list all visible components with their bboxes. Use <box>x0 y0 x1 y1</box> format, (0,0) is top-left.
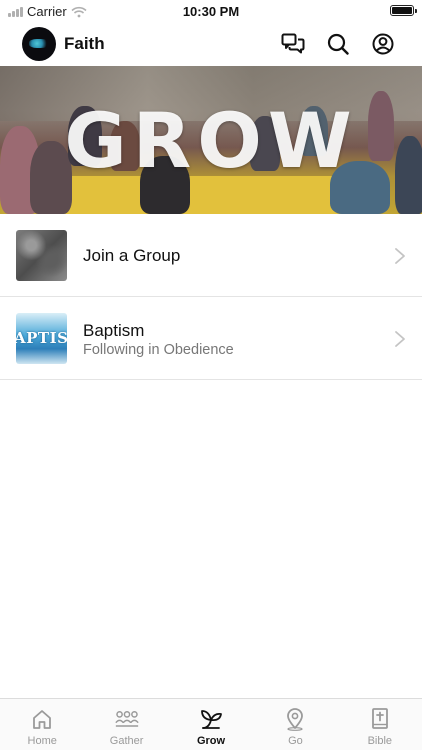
battery-icon <box>390 5 417 16</box>
search-icon[interactable] <box>325 31 351 57</box>
status-bar: Carrier 10:30 PM <box>0 0 422 22</box>
home-icon <box>29 706 55 732</box>
people-icon <box>114 706 140 732</box>
location-pin-icon <box>282 706 308 732</box>
tab-go[interactable]: Go <box>253 699 337 750</box>
group-thumbnail <box>16 230 67 281</box>
list-item-subtitle: Following in Obedience <box>83 342 234 358</box>
chevron-right-icon <box>395 248 405 264</box>
chat-bubbles-icon[interactable] <box>280 31 306 57</box>
tab-label: Grow <box>196 735 226 747</box>
bible-icon <box>367 706 393 732</box>
tab-grow[interactable]: Grow <box>169 699 253 750</box>
chevron-right-icon <box>395 331 405 347</box>
tab-bible[interactable]: Bible <box>338 699 422 750</box>
hero-title: GROW <box>64 96 358 185</box>
tab-gather[interactable]: Gather <box>84 699 168 750</box>
list-item-join-group[interactable]: Join a Group <box>0 214 422 297</box>
app-logo[interactable] <box>22 27 56 61</box>
tab-label: Gather <box>109 735 144 747</box>
sprout-icon <box>198 706 224 732</box>
baptism-thumbnail: APTIS <box>16 313 67 364</box>
app-header: Faith <box>0 22 422 66</box>
tab-bar: Home Gather Grow Go Bible <box>0 698 422 750</box>
tab-label: Bible <box>367 735 393 747</box>
list-item-baptism[interactable]: APTIS Baptism Following in Obedience <box>0 297 422 380</box>
app-title: Faith <box>64 34 105 53</box>
profile-icon[interactable] <box>370 31 396 57</box>
tab-label: Home <box>27 735 57 747</box>
status-time: 10:30 PM <box>182 4 240 19</box>
list-item-title: Join a Group <box>83 246 181 265</box>
content-list: Join a Group APTIS Baptism Following in … <box>0 214 422 380</box>
list-item-title: Baptism <box>83 321 145 340</box>
hero-banner: GROW <box>0 66 422 214</box>
baptism-thumbnail-text: APTIS <box>16 329 67 347</box>
tab-home[interactable]: Home <box>0 699 84 750</box>
tab-label: Go <box>288 735 303 747</box>
